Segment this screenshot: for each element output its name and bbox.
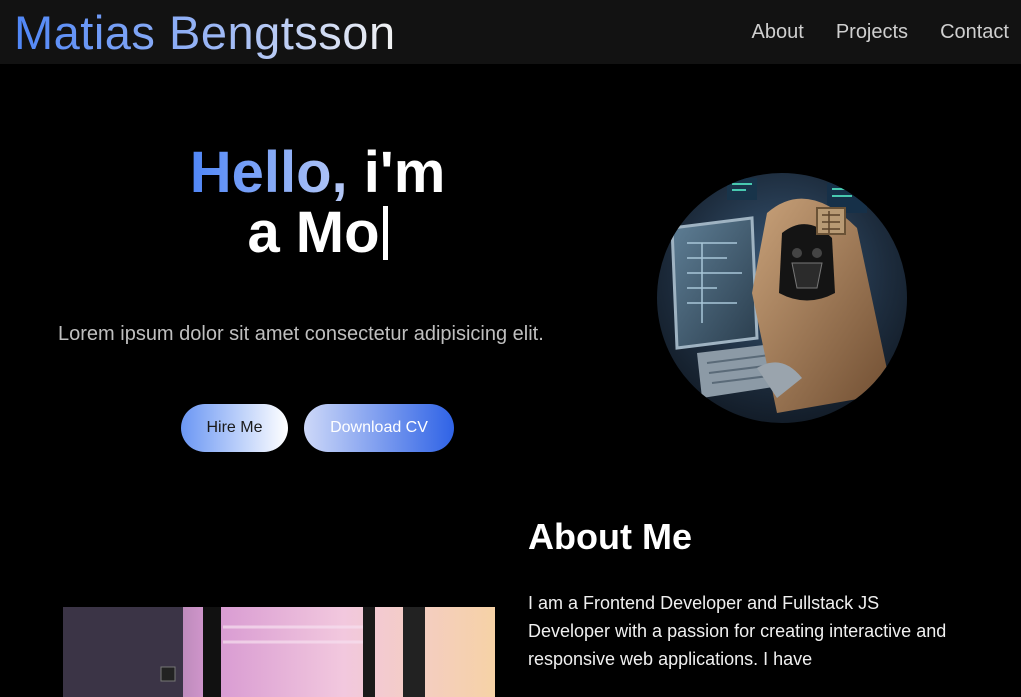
download-cv-button[interactable]: Download CV [304, 404, 454, 452]
about-text: I am a Frontend Developer and Fullstack … [528, 593, 947, 669]
brand-logo[interactable]: Matias Bengtsson [14, 5, 396, 61]
hero-heading: Hello, i'm a Mo [100, 143, 535, 263]
hire-me-button[interactable]: Hire Me [181, 404, 288, 452]
typed-text: a Mo [247, 200, 380, 265]
hero-subtitle: Lorem ipsum dolor sit amet consectetur a… [58, 323, 544, 345]
nav-link-contact[interactable]: Contact [940, 20, 1009, 44]
about-illustration [63, 607, 495, 697]
about-title: About Me [528, 516, 692, 557]
nav-link-projects[interactable]: Projects [836, 20, 908, 44]
nav-link-about[interactable]: About [752, 20, 804, 44]
nav-links: About Projects Contact [752, 20, 1009, 44]
about-image [63, 607, 495, 697]
hero-greeting-rest: i'm [363, 140, 446, 205]
profile-avatar [657, 173, 907, 423]
typing-cursor [382, 206, 388, 260]
navbar: Matias Bengtsson About Projects Contact [0, 0, 1021, 64]
avatar-illustration [657, 173, 907, 423]
hero-greeting: Hello, [189, 140, 348, 205]
